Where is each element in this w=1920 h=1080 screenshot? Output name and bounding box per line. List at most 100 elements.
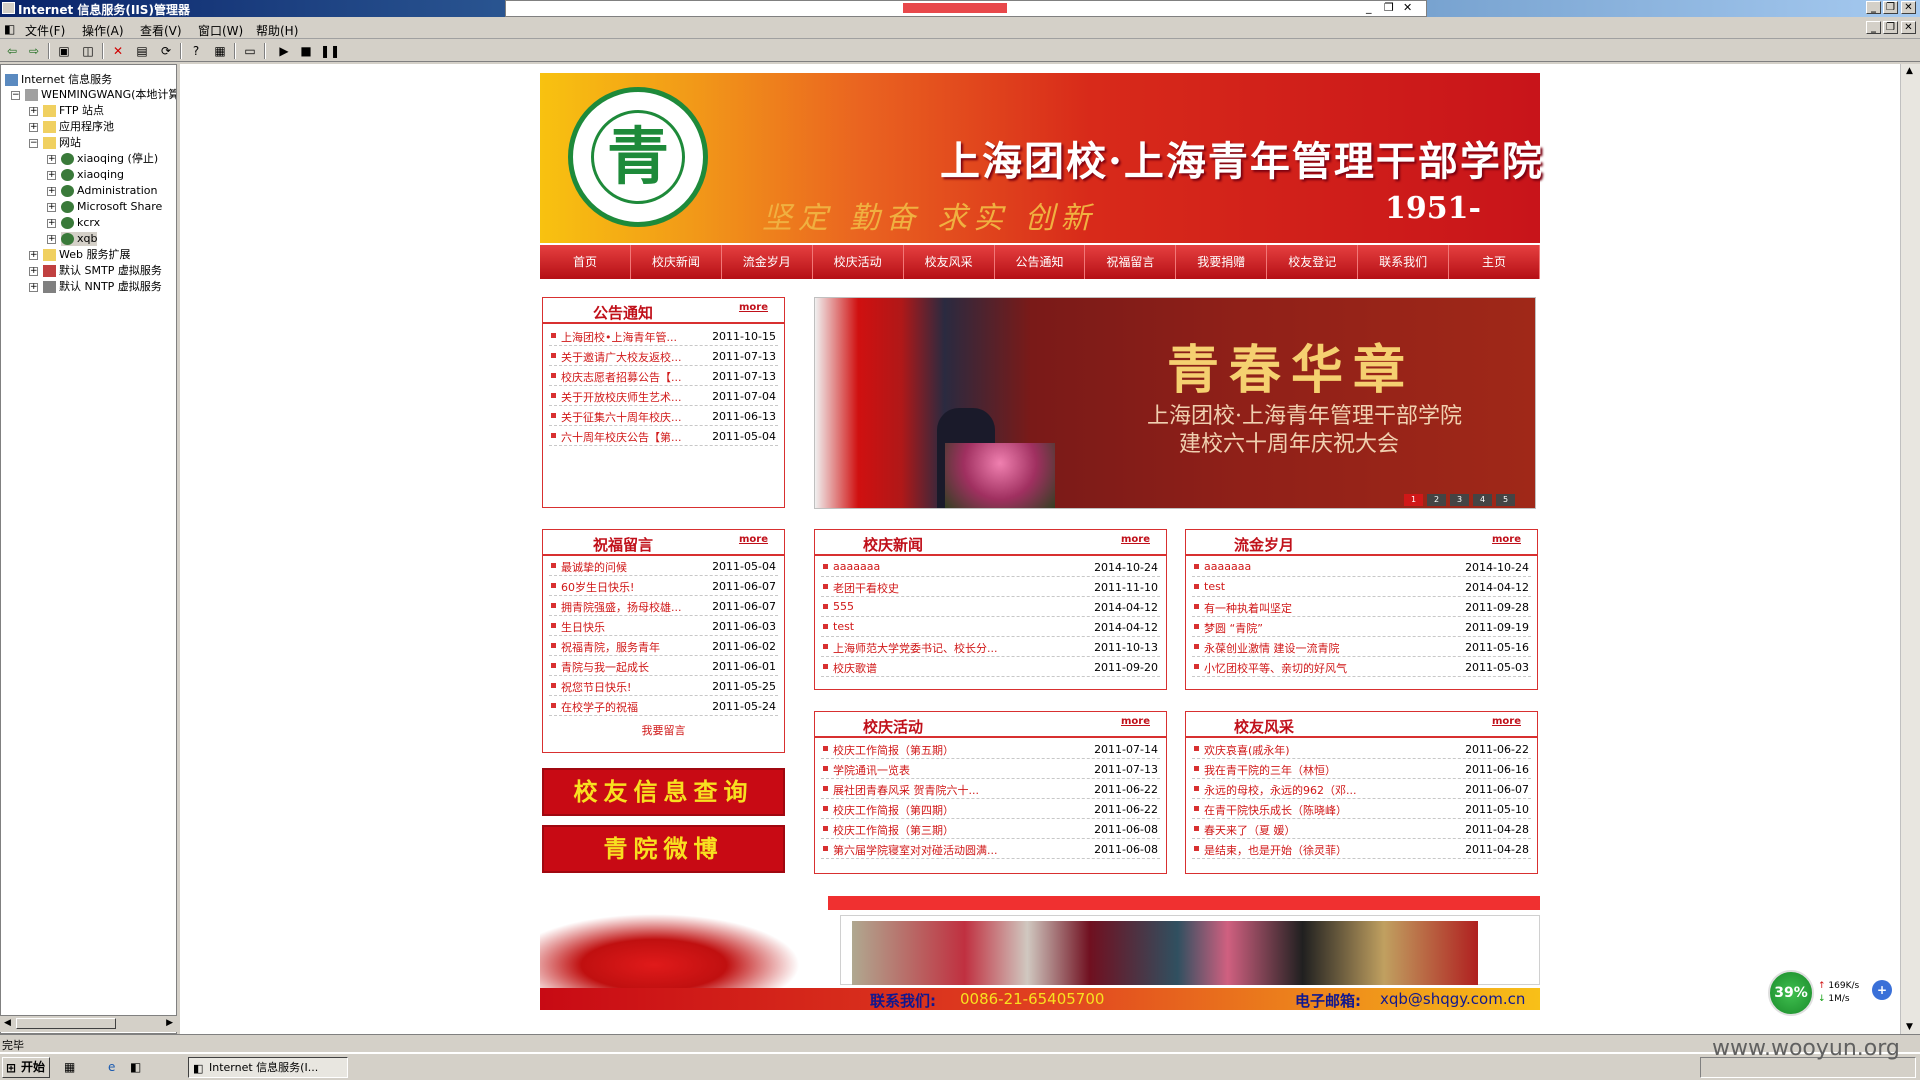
close-button[interactable]: ✕ bbox=[1901, 1, 1916, 14]
alumni-query-button[interactable]: 校友信息查询 bbox=[542, 768, 785, 816]
slide-dot[interactable]: 2 bbox=[1427, 494, 1446, 506]
mdi-close-button[interactable]: ✕ bbox=[1901, 21, 1916, 34]
list-item[interactable]: 关于征集六十周年校庆... 2011-06-13 bbox=[549, 406, 778, 426]
list-item[interactable]: 有一种执着叫坚定 2011-09-28 bbox=[1192, 597, 1531, 617]
menu-view[interactable]: 查看(V) bbox=[140, 22, 182, 39]
list-item[interactable]: 关于开放校庆师生艺术... 2011-07-04 bbox=[549, 386, 778, 406]
scroll-thumb[interactable] bbox=[16, 1018, 116, 1029]
tree-node-nntp[interactable]: 默认 NNTP 虚拟服务 bbox=[43, 280, 162, 294]
quicklaunch-icon[interactable]: ◧ bbox=[130, 1060, 141, 1074]
list-item[interactable]: aaaaaaa 2014-10-24 bbox=[821, 557, 1160, 577]
slide-dot[interactable]: 5 bbox=[1496, 494, 1515, 506]
list-item[interactable]: 上海团校•上海青年管... 2011-10-15 bbox=[549, 326, 778, 346]
list-item[interactable]: 关于邀请广大校友返校... 2011-07-13 bbox=[549, 346, 778, 366]
forward-icon[interactable]: ⇨ bbox=[26, 43, 42, 59]
expand-icon[interactable]: + bbox=[47, 187, 56, 196]
expand-icon[interactable]: + bbox=[47, 203, 56, 212]
nav-donate[interactable]: 我要捐赠 bbox=[1176, 245, 1268, 279]
minimize-button[interactable]: _ bbox=[1866, 1, 1881, 14]
list-item[interactable]: 祝福青院，服务青年 2011-06-02 bbox=[549, 636, 778, 656]
stop-icon[interactable]: ■ bbox=[298, 43, 314, 59]
expand-icon[interactable]: + bbox=[47, 155, 56, 164]
more-link[interactable]: more bbox=[739, 302, 768, 313]
list-item[interactable]: 永远的母校，永远的962（邓... 2011-06-07 bbox=[1192, 779, 1531, 799]
list-item[interactable]: 校庆工作简报（第四期） 2011-06-22 bbox=[821, 799, 1160, 819]
expand-icon[interactable]: + bbox=[29, 123, 38, 132]
list-item[interactable]: 生日快乐 2011-06-03 bbox=[549, 616, 778, 636]
nav-notice[interactable]: 公告通知 bbox=[995, 245, 1086, 279]
list-item[interactable]: 最诚挚的问候 2011-05-04 bbox=[549, 556, 778, 576]
start-icon[interactable]: ▶ bbox=[276, 43, 292, 59]
ie-minimize-button[interactable]: _ bbox=[1366, 1, 1372, 14]
list-item[interactable]: 555 2014-04-12 bbox=[821, 597, 1160, 617]
ie-icon[interactable]: e bbox=[108, 1060, 115, 1074]
scroll-right-icon[interactable]: ▶ bbox=[166, 1018, 173, 1028]
list-item[interactable]: 展社团青春风采 贺青院六十... 2011-06-22 bbox=[821, 779, 1160, 799]
more-link[interactable]: more bbox=[1492, 716, 1521, 727]
list-item[interactable]: 六十周年校庆公告【第... 2011-05-04 bbox=[549, 426, 778, 446]
scroll-left-icon[interactable]: ◀ bbox=[4, 1018, 11, 1028]
back-icon[interactable]: ⇦ bbox=[4, 43, 20, 59]
menu-window[interactable]: 窗口(W) bbox=[198, 22, 243, 39]
nav-years[interactable]: 流金岁月 bbox=[722, 245, 813, 279]
refresh-icon[interactable]: ⟳ bbox=[158, 43, 174, 59]
tree-node-websites[interactable]: 网站 bbox=[43, 136, 81, 150]
hero-slideshow[interactable]: 青春华章 上海团校·上海青年管理干部学院 建校六十周年庆祝大会 1 2 3 4 … bbox=[814, 297, 1536, 509]
tree-node-apppool[interactable]: 应用程序池 bbox=[43, 120, 114, 134]
list-item[interactable]: 60岁生日快乐! 2011-06-07 bbox=[549, 576, 778, 596]
tree-node-root[interactable]: Internet 信息服务 bbox=[5, 73, 112, 87]
list-item[interactable]: 校庆歌谱 2011-09-20 bbox=[821, 657, 1160, 677]
tree-node-site[interactable]: xiaoqing bbox=[61, 168, 124, 182]
tree-node-site[interactable]: kcrx bbox=[61, 216, 100, 230]
collapse-icon[interactable]: − bbox=[11, 91, 20, 100]
nav-home[interactable]: 首页 bbox=[540, 245, 631, 279]
expand-icon[interactable]: + bbox=[47, 235, 56, 244]
taskbar-item-iis[interactable]: ◧ Internet 信息服务(I... bbox=[188, 1057, 348, 1078]
weibo-button[interactable]: 青院微博 bbox=[542, 825, 785, 873]
list-item[interactable]: 欢庆哀喜(戚永年) 2011-06-22 bbox=[1192, 739, 1531, 759]
list-item[interactable]: 小忆团校平等、亲切的好风气 2011-05-03 bbox=[1192, 657, 1531, 677]
list-item[interactable]: aaaaaaa 2014-10-24 bbox=[1192, 557, 1531, 577]
slide-dot[interactable]: 1 bbox=[1404, 494, 1423, 506]
mdi-minimize-button[interactable]: _ bbox=[1866, 21, 1881, 34]
expand-icon[interactable]: + bbox=[29, 283, 38, 292]
desktop-icon[interactable]: ▦ bbox=[64, 1060, 75, 1074]
show-tree-icon[interactable]: ◫ bbox=[80, 43, 96, 59]
mdi-restore-button[interactable]: ❐ bbox=[1883, 21, 1898, 34]
add-icon[interactable]: + bbox=[1872, 980, 1892, 1000]
list-item[interactable]: test 2014-04-12 bbox=[821, 617, 1160, 637]
menu-action[interactable]: 操作(A) bbox=[82, 22, 124, 39]
expand-icon[interactable]: + bbox=[29, 107, 38, 116]
list-item[interactable]: test 2014-04-12 bbox=[1192, 577, 1531, 597]
tree-node-smtp[interactable]: 默认 SMTP 虚拟服务 bbox=[43, 264, 162, 278]
more-link[interactable]: more bbox=[1121, 534, 1150, 545]
list-item[interactable]: 祝您节日快乐! 2011-05-25 bbox=[549, 676, 778, 696]
expand-icon[interactable]: + bbox=[47, 219, 56, 228]
tree-node-webext[interactable]: Web 服务扩展 bbox=[43, 248, 130, 262]
help-icon[interactable]: ? bbox=[188, 43, 204, 59]
mmc-icon[interactable]: ◧ bbox=[4, 22, 15, 36]
tree-node-site[interactable]: Microsoft Share bbox=[61, 200, 162, 214]
expand-icon[interactable]: + bbox=[29, 267, 38, 276]
menu-help[interactable]: 帮助(H) bbox=[256, 22, 298, 39]
list-item[interactable]: 青院与我一起成长 2011-06-01 bbox=[549, 656, 778, 676]
more-link[interactable]: more bbox=[1492, 534, 1521, 545]
ie-restore-button[interactable]: ❐ bbox=[1384, 1, 1394, 14]
start-button[interactable]: ⊞ 开始 bbox=[2, 1057, 50, 1078]
list-item[interactable]: 学院通讯一览表 2011-07-13 bbox=[821, 759, 1160, 779]
more-link[interactable]: more bbox=[739, 534, 768, 545]
computer-icon[interactable]: ▭ bbox=[242, 43, 258, 59]
network-usage-gauge[interactable]: 39% bbox=[1768, 970, 1814, 1016]
list-item[interactable]: 是结束，也是开始（徐灵菲） 2011-04-28 bbox=[1192, 839, 1531, 859]
up-folder-icon[interactable]: ▣ bbox=[56, 43, 72, 59]
view-icon[interactable]: ▦ bbox=[212, 43, 228, 59]
collapse-icon[interactable]: − bbox=[29, 139, 38, 148]
tree-horizontal-scrollbar[interactable]: ◀ ▶ bbox=[0, 1015, 177, 1032]
list-item[interactable]: 校庆工作简报（第五期） 2011-07-14 bbox=[821, 739, 1160, 759]
tree-node-site[interactable]: Administration bbox=[61, 184, 158, 198]
tree-node-ftp[interactable]: FTP 站点 bbox=[43, 104, 104, 118]
list-item[interactable]: 梦圆 “青院” 2011-09-19 bbox=[1192, 617, 1531, 637]
list-item[interactable]: 上海师范大学党委书记、校长分... 2011-10-13 bbox=[821, 637, 1160, 657]
restore-button[interactable]: ❐ bbox=[1883, 1, 1898, 14]
nav-news[interactable]: 校庆新闻 bbox=[631, 245, 722, 279]
